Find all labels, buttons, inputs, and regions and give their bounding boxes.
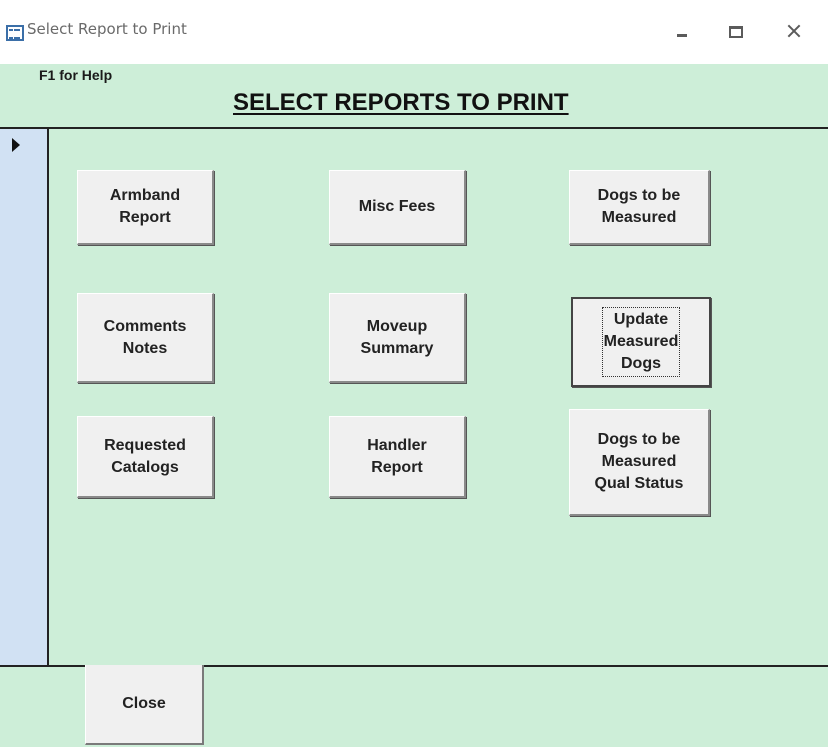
update-measured-dogs-button[interactable]: Update Measured Dogs	[571, 297, 711, 387]
misc-fees-button[interactable]: Misc Fees	[329, 170, 466, 245]
requested-catalogs-button[interactable]: Requested Catalogs	[77, 416, 214, 498]
form-icon	[6, 25, 24, 41]
dogs-to-be-measured-button[interactable]: Dogs to be Measured	[569, 170, 710, 245]
moveup-summary-button[interactable]: Moveup Summary	[329, 293, 466, 383]
form-header: F1 for Help SELECT REPORTS TO PRINT	[0, 64, 828, 129]
form-footer: Close	[0, 665, 828, 747]
comments-notes-button[interactable]: Comments Notes	[77, 293, 214, 383]
maximize-icon[interactable]	[718, 18, 754, 44]
dogs-to-be-measured-qual-status-button[interactable]: Dogs to be Measured Qual Status	[569, 409, 710, 516]
help-hint: F1 for Help	[39, 67, 113, 83]
armband-report-button[interactable]: Armband Report	[77, 170, 214, 245]
handler-report-button[interactable]: Handler Report	[329, 416, 466, 498]
title-bar: Select Report to Print	[0, 0, 828, 64]
close-button-label: Close	[122, 695, 166, 712]
window-title: Select Report to Print	[27, 20, 187, 38]
close-icon[interactable]	[776, 18, 812, 44]
report-select-window: Select Report to Print F1 for Help SELEC…	[0, 0, 828, 747]
record-selector[interactable]	[0, 129, 49, 665]
form-detail: Armband Report Misc Fees Dogs to be Meas…	[49, 129, 828, 665]
current-record-arrow-icon	[12, 138, 20, 152]
page-title: SELECT REPORTS TO PRINT	[233, 89, 569, 116]
minimize-icon[interactable]	[664, 18, 700, 44]
close-button[interactable]: Close	[85, 665, 204, 745]
